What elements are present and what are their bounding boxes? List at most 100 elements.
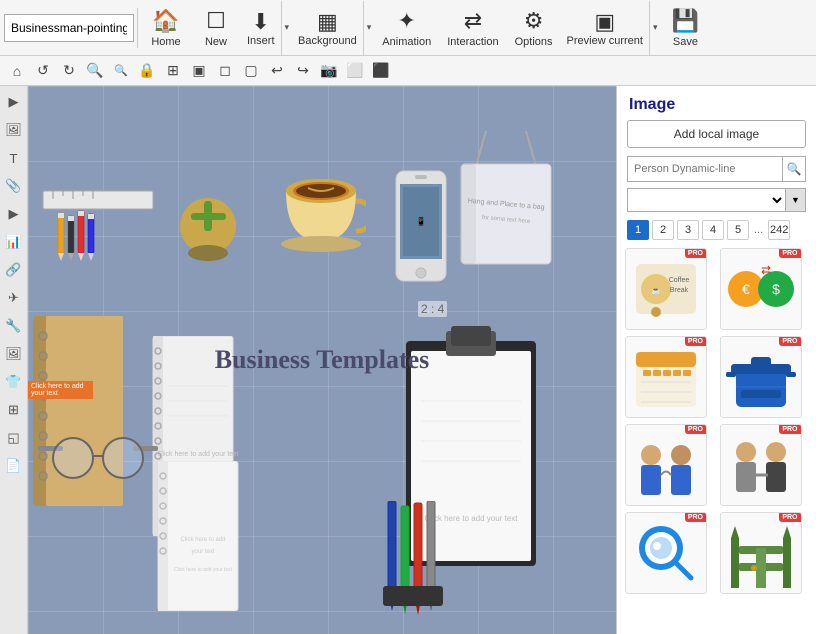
background-arrow[interactable]: ▾ — [363, 1, 375, 55]
pro-badge: PRO — [685, 513, 706, 522]
right-panel: Image Add local image 🔍 ▼ 12345...242 ☕ … — [616, 86, 816, 634]
sidebar-image-icon[interactable]: 🖼 — [2, 118, 26, 142]
insert-button-split[interactable]: ⬇ Insert ▾ — [241, 1, 292, 55]
orange-tag-text: Click here to add your text — [31, 383, 93, 397]
image-cell-img3[interactable]: PRO — [625, 336, 707, 418]
preview-button-split[interactable]: ▣ Preview current ▾ — [561, 1, 661, 55]
tb2-home-btn[interactable]: ⌂ — [4, 58, 30, 84]
sidebar-video-icon[interactable]: ▶ — [2, 202, 26, 226]
tb2-layout-btn[interactable]: ▣ — [186, 58, 212, 84]
background-icon: ▦ — [317, 9, 338, 35]
options-icon: ⚙ — [524, 8, 544, 34]
name-box[interactable] — [4, 14, 134, 42]
svg-text:⇄: ⇄ — [761, 263, 771, 277]
page-btn-4[interactable]: 4 — [702, 220, 724, 240]
canvas-area[interactable]: 📱 Hang and Place to a bag for some text … — [28, 86, 616, 634]
glasses-obj — [38, 436, 158, 489]
main-area: ▶ 🖼 T 📎 ▶ 📊 🔗 ✈ 🔧 🖼 👕 ⊞ ◱ 📄 — [0, 86, 816, 634]
sidebar-img2-icon[interactable]: 🖼 — [2, 342, 26, 366]
svg-text:$: $ — [772, 281, 780, 297]
sidebar-text-icon[interactable]: T — [2, 146, 26, 170]
svg-text:Click here to add your text: Click here to add your text — [157, 451, 238, 458]
save-button[interactable]: 💾 Save — [660, 1, 710, 55]
image-cell-img5[interactable]: PRO — [625, 424, 707, 506]
options-label: Options — [515, 36, 553, 48]
tb2-zoom-out-btn[interactable]: 🔍 — [108, 58, 134, 84]
insert-main[interactable]: ⬇ Insert — [241, 1, 281, 55]
phone-obj: 📱 — [391, 166, 451, 289]
home-label: Home — [151, 36, 180, 48]
tb2-redo-btn[interactable]: ↻ — [56, 58, 82, 84]
tb2-crop-btn[interactable]: ⬜ — [342, 58, 368, 84]
page-btn-last[interactable]: 242 — [768, 220, 790, 240]
sidebar-clip-icon[interactable]: 📎 — [2, 174, 26, 198]
search-icon-button[interactable]: 🔍 — [783, 156, 806, 182]
image-cell-img1[interactable]: ☕ Coffee Break PRO — [625, 248, 707, 330]
animation-label: Animation — [382, 36, 431, 48]
sidebar-play-icon[interactable]: ▶ — [2, 90, 26, 114]
left-sidebar: ▶ 🖼 T 📎 ▶ 📊 🔗 ✈ 🔧 🖼 👕 ⊞ ◱ 📄 — [0, 86, 28, 634]
interaction-label: Interaction — [447, 36, 498, 48]
page-btn-1[interactable]: 1 — [627, 220, 649, 240]
slide-number: 2 : 4 — [418, 301, 447, 317]
image-cell-img7[interactable]: PRO — [625, 512, 707, 594]
page-ellipsis: ... — [752, 224, 765, 236]
background-button-split[interactable]: ▦ Background ▾ — [292, 1, 374, 55]
preview-main[interactable]: ▣ Preview current — [561, 1, 649, 55]
svg-text:Break: Break — [670, 287, 689, 294]
pro-badge: PRO — [685, 425, 706, 434]
tb2-undo-btn[interactable]: ↺ — [30, 58, 56, 84]
svg-text:€: € — [742, 281, 750, 297]
image-grid: ☕ Coffee Break PRO € $ ⇄ PRO PRO PRO PRO — [617, 244, 816, 634]
tb2-last-btn[interactable]: ⬛ — [368, 58, 394, 84]
sidebar-chart-icon[interactable]: 📊 — [2, 230, 26, 254]
pens-obj — [383, 501, 443, 624]
options-button[interactable]: ⚙ Options — [507, 1, 561, 55]
sidebar-shirt-icon[interactable]: 👕 — [2, 370, 26, 394]
category-select[interactable] — [627, 188, 786, 212]
svg-text:Coffee: Coffee — [669, 277, 690, 284]
sidebar-layers-icon[interactable]: ◱ — [2, 426, 26, 450]
sidebar-plane-icon[interactable]: ✈ — [2, 286, 26, 310]
image-cell-img4[interactable]: PRO — [720, 336, 802, 418]
sidebar-link-icon[interactable]: 🔗 — [2, 258, 26, 282]
new-button[interactable]: ☐ New — [191, 1, 241, 55]
insert-icon: ⬇ — [252, 9, 270, 35]
tb2-zoom-in-btn[interactable]: 🔍 — [82, 58, 108, 84]
category-row: ▼ — [627, 188, 806, 212]
background-label: Background — [298, 35, 357, 47]
page-btn-3[interactable]: 3 — [677, 220, 699, 240]
tb2-frame-btn[interactable]: ◻ — [212, 58, 238, 84]
tb2-select-btn[interactable]: ▢ — [238, 58, 264, 84]
tb2-grid-btn[interactable]: ⊞ — [160, 58, 186, 84]
tb2-camera-btn[interactable]: 📷 — [316, 58, 342, 84]
save-icon: 💾 — [672, 8, 699, 34]
image-cell-img2[interactable]: € $ ⇄ PRO — [720, 248, 802, 330]
tb2-back-btn[interactable]: ↩ — [264, 58, 290, 84]
animation-button[interactable]: ✦ Animation — [374, 1, 439, 55]
sidebar-grid2-icon[interactable]: ⊞ — [2, 398, 26, 422]
interaction-icon: ⇄ — [464, 8, 482, 34]
pencils-ruler-obj — [38, 181, 168, 261]
home-icon: 🏠 — [152, 8, 179, 34]
new-label: New — [205, 36, 227, 48]
image-cell-img6[interactable]: PRO — [720, 424, 802, 506]
page-btn-5[interactable]: 5 — [727, 220, 749, 240]
home-button[interactable]: 🏠 Home — [141, 1, 191, 55]
svg-text:your text: your text — [191, 549, 214, 555]
sidebar-tool-icon[interactable]: 🔧 — [2, 314, 26, 338]
divider1 — [137, 8, 138, 48]
insert-arrow[interactable]: ▾ — [281, 1, 293, 55]
panel-title: Image — [617, 86, 816, 120]
preview-arrow[interactable]: ▾ — [649, 1, 661, 55]
image-cell-img8[interactable]: PRO — [720, 512, 802, 594]
tb2-forward-btn[interactable]: ↪ — [290, 58, 316, 84]
add-local-image-button[interactable]: Add local image — [627, 120, 806, 148]
interaction-button[interactable]: ⇄ Interaction — [439, 1, 506, 55]
category-dropdown-button[interactable]: ▼ — [786, 188, 806, 212]
page-btn-2[interactable]: 2 — [652, 220, 674, 240]
tb2-lock-btn[interactable]: 🔒 — [134, 58, 160, 84]
background-main[interactable]: ▦ Background — [292, 1, 363, 55]
sidebar-doc-icon[interactable]: 📄 — [2, 454, 26, 478]
image-search-input[interactable] — [627, 156, 783, 182]
